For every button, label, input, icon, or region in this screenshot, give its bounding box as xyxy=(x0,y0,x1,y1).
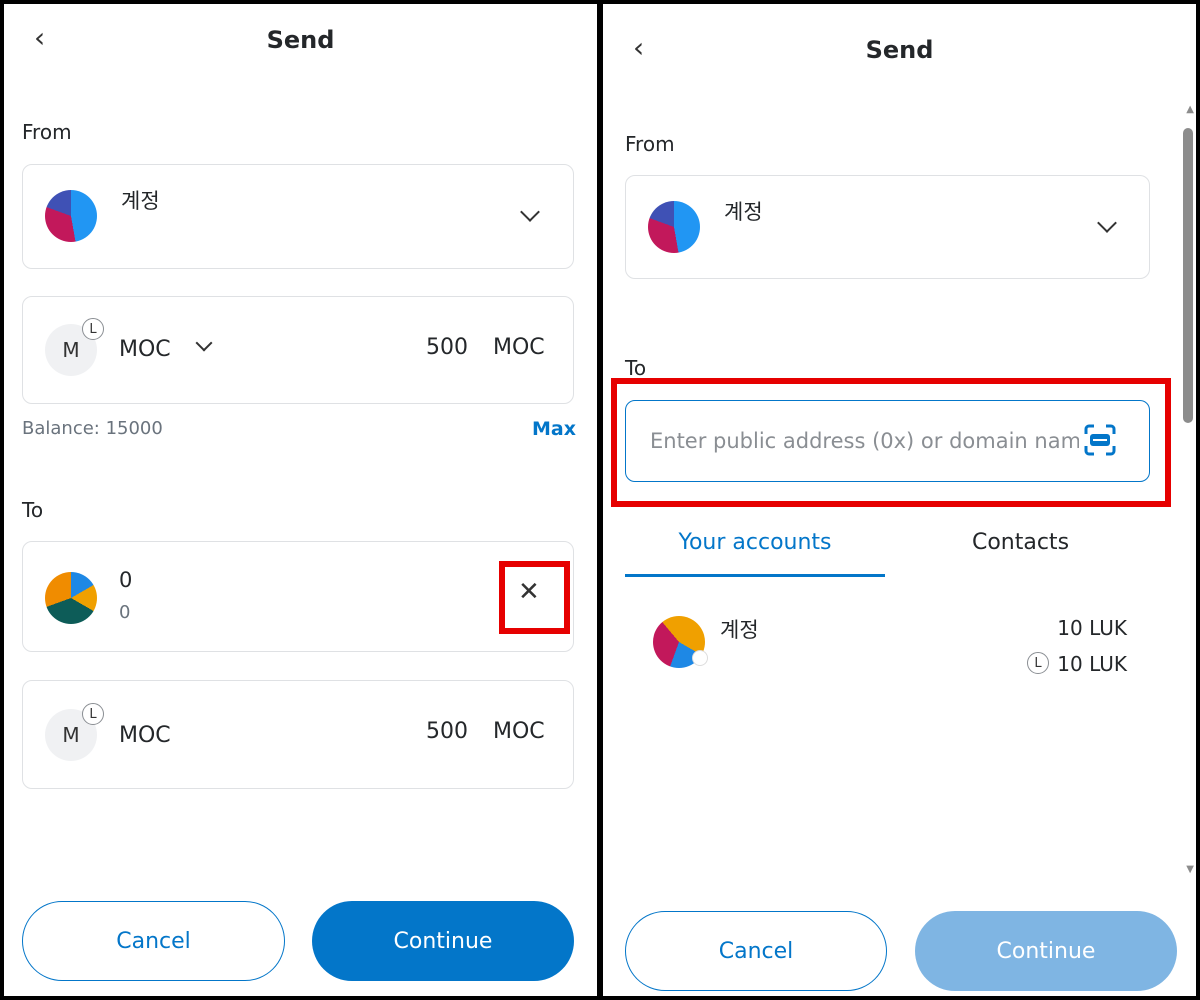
recipient-name: 0 xyxy=(119,568,133,592)
from-account-name: 계정 xyxy=(724,200,763,224)
max-button[interactable]: Max xyxy=(532,418,576,440)
continue-button[interactable]: Continue xyxy=(915,911,1177,991)
from-account-name: 계정 xyxy=(121,189,160,213)
to-label: To xyxy=(625,356,647,380)
account-name: 계정 xyxy=(720,618,759,642)
token-amount: 500 xyxy=(426,719,468,744)
account-avatar xyxy=(45,190,97,242)
recipient-address: 0 xyxy=(119,602,131,623)
amount-input[interactable]: 500 xyxy=(426,335,468,360)
page-title: Send xyxy=(266,26,335,54)
continue-button[interactable]: Continue xyxy=(312,901,574,981)
balance-text: Balance: 15000 xyxy=(22,418,163,439)
recipient-avatar xyxy=(45,572,97,624)
scroll-up-icon[interactable]: ▲ xyxy=(1186,104,1194,115)
network-badge-icon: L xyxy=(82,703,104,725)
amount-unit: MOC xyxy=(493,335,545,360)
scroll-down-icon[interactable]: ▼ xyxy=(1186,864,1194,875)
recipient-card: 0 0 ✕ xyxy=(22,541,574,652)
highlight-box xyxy=(611,378,1171,507)
token-name[interactable]: MOC xyxy=(119,337,171,362)
account-token-balance: 10 LUK xyxy=(1057,652,1127,676)
token-badge-icon: L xyxy=(1027,652,1049,674)
send-screen-left: ‹ Send From 계정 M L MOC 500 MOC Balance: … xyxy=(4,4,597,996)
token-letter: M xyxy=(62,338,80,362)
chevron-down-icon xyxy=(520,202,540,222)
active-tab-indicator xyxy=(625,574,885,577)
scrollbar-thumb[interactable] xyxy=(1183,128,1193,423)
from-account-selector[interactable]: 계정 xyxy=(625,175,1150,279)
from-account-selector[interactable]: 계정 xyxy=(22,164,574,269)
chevron-down-icon[interactable] xyxy=(195,334,213,352)
network-badge-icon: L xyxy=(82,318,104,340)
token-amount-card: M L MOC 500 MOC xyxy=(22,296,574,404)
page-title: Send xyxy=(865,36,934,64)
token-summary-card: M L MOC 500 MOC xyxy=(22,680,574,789)
token-name: MOC xyxy=(119,723,171,748)
send-screen-right: ‹ Send From 계정 To Your accounts Contacts… xyxy=(603,4,1196,996)
account-balance: 10 LUK xyxy=(1057,616,1127,640)
from-label: From xyxy=(22,120,72,144)
token-letter: M xyxy=(62,723,80,747)
from-label: From xyxy=(625,132,675,156)
account-list-item[interactable]: 계정 10 LUK L 10 LUK xyxy=(625,600,1150,680)
token-unit: MOC xyxy=(493,719,545,744)
network-dot-icon xyxy=(692,650,708,666)
to-label: To xyxy=(22,498,44,522)
account-avatar xyxy=(648,201,700,253)
tab-contacts[interactable]: Contacts xyxy=(893,530,1148,555)
cancel-button[interactable]: Cancel xyxy=(22,901,285,981)
chevron-down-icon xyxy=(1097,213,1117,233)
tab-your-accounts[interactable]: Your accounts xyxy=(625,530,885,555)
highlight-box xyxy=(499,561,570,634)
cancel-button[interactable]: Cancel xyxy=(625,911,887,991)
